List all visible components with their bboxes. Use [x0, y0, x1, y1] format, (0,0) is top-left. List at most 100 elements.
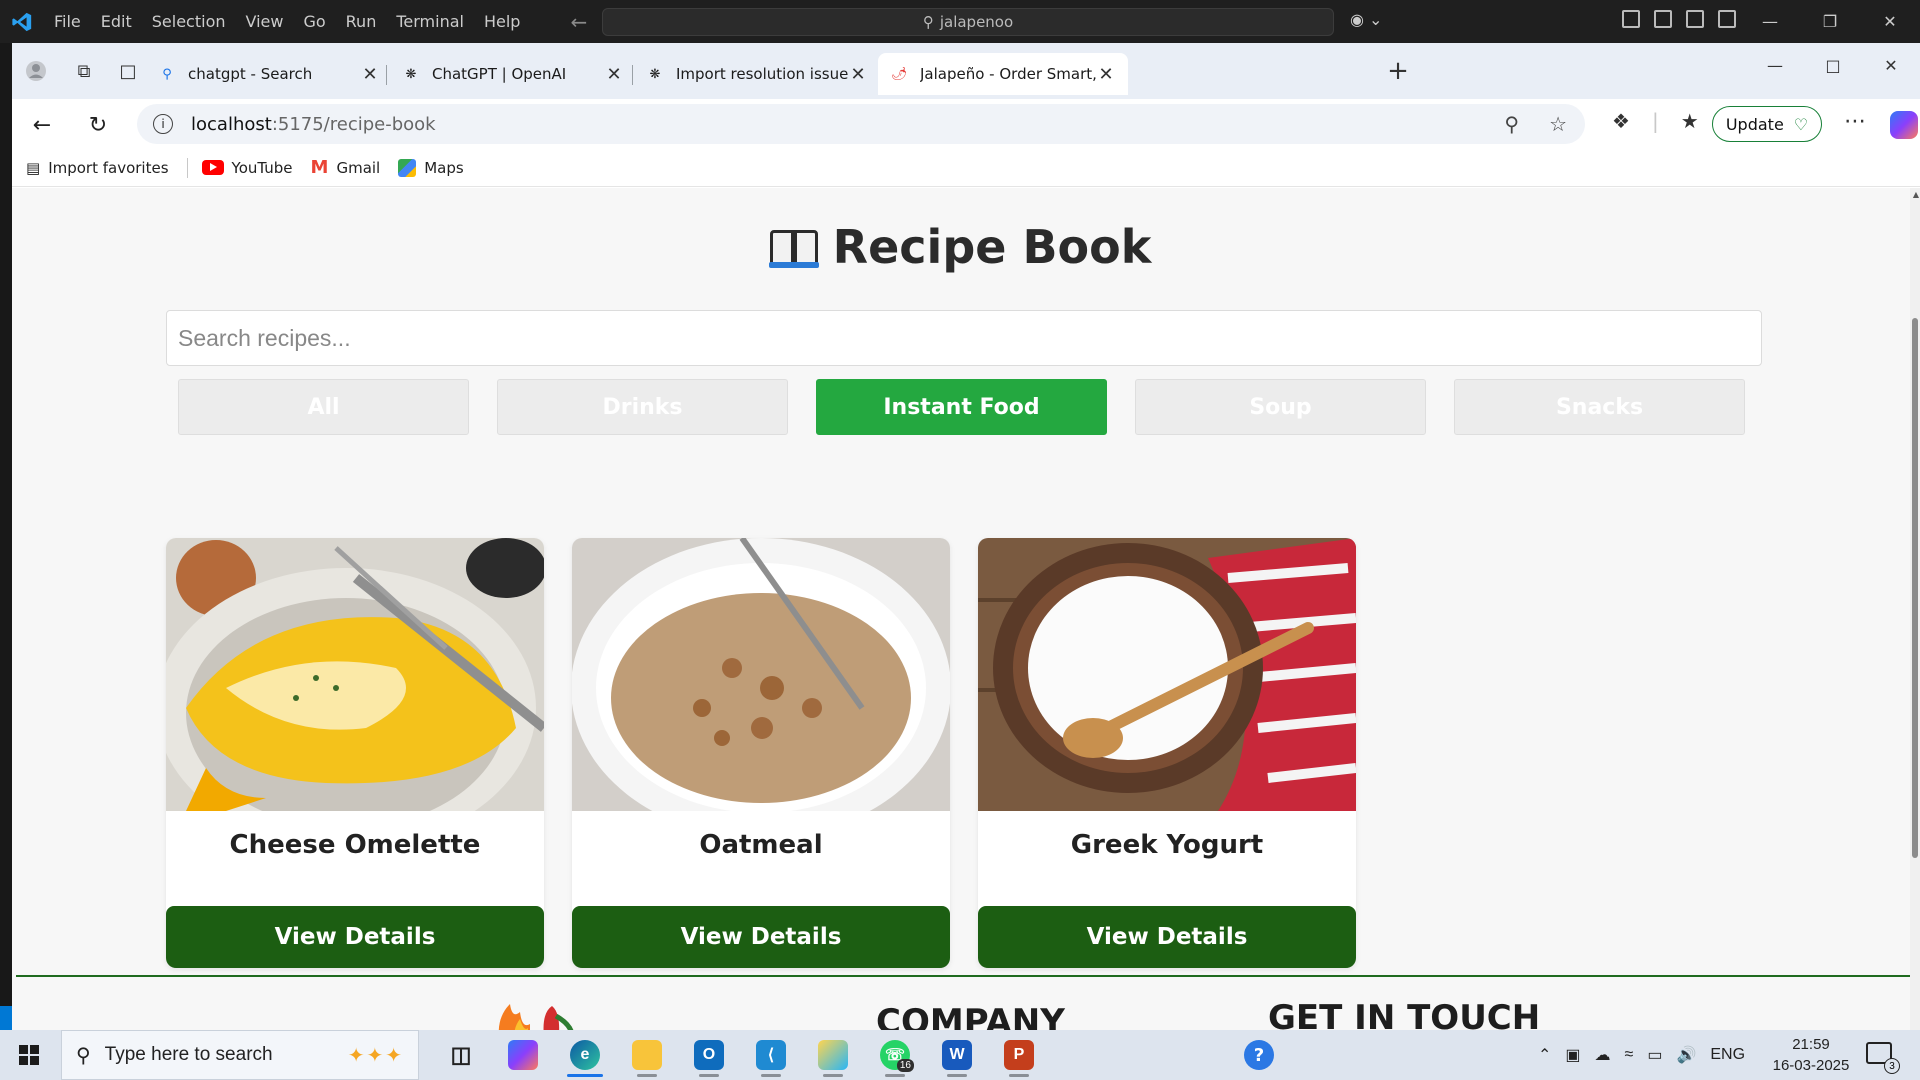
file-explorer-app[interactable] — [616, 1030, 678, 1080]
wifi-icon[interactable]: ≈ — [1625, 1046, 1634, 1064]
close-tab-icon[interactable]: ✕ — [604, 64, 624, 85]
site-info-icon[interactable]: i — [153, 114, 173, 134]
url-host: localhost — [191, 113, 272, 135]
tab-chatgpt-openai[interactable]: ❋ ChatGPT | OpenAI ✕ — [390, 53, 636, 95]
zoom-icon[interactable]: ⚲ — [1504, 112, 1519, 136]
customize-layout-icon[interactable] — [1622, 10, 1640, 28]
recipe-search-input[interactable] — [166, 310, 1762, 366]
copilot-app[interactable] — [492, 1030, 554, 1080]
category-instant-food-button[interactable]: Instant Food — [816, 379, 1107, 435]
maximize-icon[interactable]: □ — [1804, 43, 1862, 87]
menu-run[interactable]: Run — [336, 0, 387, 43]
menu-file[interactable]: File — [44, 0, 91, 43]
copilot-icon[interactable] — [1890, 111, 1918, 139]
minimize-icon[interactable]: — — [1740, 0, 1800, 43]
back-arrow-icon[interactable]: ← — [570, 10, 587, 34]
update-button[interactable]: Update ♡ — [1712, 106, 1822, 142]
scroll-up-icon[interactable]: ▲ — [1913, 190, 1919, 199]
more-options-icon[interactable]: ⋯ — [1844, 109, 1866, 134]
vertical-tabs-icon[interactable]: □ — [112, 55, 144, 87]
category-soup-button[interactable]: Soup — [1135, 379, 1426, 435]
menu-terminal[interactable]: Terminal — [386, 0, 474, 43]
restore-icon[interactable]: ❐ — [1800, 0, 1860, 43]
favorite-gmail[interactable]: M Gmail — [311, 157, 381, 178]
vscode-command-center[interactable]: ⚲ jalapenoo — [602, 8, 1334, 36]
favorite-star-icon[interactable]: ☆ — [1549, 112, 1567, 136]
onedrive-icon[interactable]: ☁ — [1595, 1045, 1611, 1065]
recipe-name: Greek Yogurt — [1070, 830, 1264, 860]
copilot-icon[interactable]: ◉ ⌄ — [1350, 10, 1382, 29]
view-details-button[interactable]: View Details — [978, 906, 1356, 968]
new-tab-button[interactable]: + — [1382, 55, 1414, 87]
refresh-icon[interactable]: ↻ — [82, 109, 114, 141]
powerpoint-icon: P — [1004, 1040, 1034, 1070]
page-scrollbar[interactable]: ▲ — [1910, 188, 1920, 1030]
taskbar-apps: ◫ e O ⟨ ☏ 16 W P — [430, 1030, 1050, 1080]
close-tab-icon[interactable]: ✕ — [848, 64, 868, 85]
browser-window-controls: — □ ✕ — [1746, 43, 1920, 87]
tab-jalapeno[interactable]: 🌶 Jalapeño - Order Smart, Eat Healthy ✕ — [878, 53, 1128, 95]
vscode-app[interactable]: ⟨ — [740, 1030, 802, 1080]
view-details-button[interactable]: View Details — [166, 906, 544, 968]
toggle-primary-sidebar-icon[interactable] — [1654, 10, 1672, 28]
taskbar-clock[interactable]: 21:59 16-03-2025 — [1766, 1034, 1856, 1076]
vscode-logo-icon[interactable] — [0, 0, 44, 43]
update-label: Update — [1725, 114, 1784, 134]
cloud-drive-app[interactable] — [802, 1030, 864, 1080]
menu-selection[interactable]: Selection — [142, 0, 236, 43]
tab-import-resolution[interactable]: ❋ Import resolution issue ✕ — [634, 53, 880, 95]
battery-icon[interactable]: ▭ — [1647, 1045, 1662, 1065]
close-tab-icon[interactable]: ✕ — [1096, 64, 1116, 85]
powerpoint-app[interactable]: P — [988, 1030, 1050, 1080]
toggle-panel-icon[interactable] — [1686, 10, 1704, 28]
outlook-app[interactable]: O — [678, 1030, 740, 1080]
vscode-icon: ⟨ — [756, 1040, 786, 1070]
taskbar-search-box[interactable]: ⚲ Type here to search ✦✦✦ — [61, 1030, 419, 1080]
language-indicator[interactable]: ENG — [1710, 1046, 1745, 1064]
menu-help[interactable]: Help — [474, 0, 530, 43]
volume-icon[interactable]: 🔊 — [1676, 1045, 1696, 1065]
clock-date: 16-03-2025 — [1772, 1057, 1850, 1074]
windows-logo-icon — [19, 1045, 39, 1065]
recipe-book-page: Recipe Book All Drinks Instant Food Soup… — [12, 188, 1920, 1030]
extensions-icon[interactable]: ❖ — [1612, 109, 1630, 133]
category-drinks-button[interactable]: Drinks — [497, 379, 788, 435]
close-tab-icon[interactable]: ✕ — [360, 64, 380, 85]
menu-go[interactable]: Go — [293, 0, 335, 43]
whatsapp-app[interactable]: ☏ 16 — [864, 1030, 926, 1080]
view-details-button[interactable]: View Details — [572, 906, 950, 968]
search-icon: ⚲ — [922, 13, 934, 31]
word-app[interactable]: W — [926, 1030, 988, 1080]
menu-edit[interactable]: Edit — [91, 0, 142, 43]
jalapeno-logo-icon — [490, 994, 610, 1030]
category-snacks-button[interactable]: Snacks — [1454, 379, 1745, 435]
close-icon[interactable]: ✕ — [1860, 0, 1920, 43]
help-icon[interactable]: ? — [1244, 1040, 1274, 1070]
tab-chatgpt-search[interactable]: ⚲ chatgpt - Search ✕ — [146, 53, 392, 95]
meet-now-icon[interactable]: ▣ — [1565, 1045, 1580, 1065]
workspaces-icon[interactable]: ⧉ — [68, 55, 100, 87]
footer-contact-heading: GET IN TOUCH — [1268, 998, 1541, 1030]
close-icon[interactable]: ✕ — [1862, 43, 1920, 87]
back-icon[interactable]: ← — [26, 109, 58, 141]
search-highlights-icon: ✦✦✦ — [347, 1045, 404, 1067]
profile-icon[interactable] — [20, 55, 52, 87]
edge-browser-window: ⧉ □ ⚲ chatgpt - Search ✕ ❋ ChatGPT | Ope… — [12, 43, 1920, 1030]
favorite-maps[interactable]: Maps — [398, 158, 464, 177]
address-bar[interactable]: i localhost:5175/recipe-book ⚲ ☆ — [137, 104, 1585, 144]
category-all-button[interactable]: All — [178, 379, 469, 435]
favorite-import[interactable]: ▤ Import favorites — [26, 159, 169, 177]
scrollbar-thumb[interactable] — [1912, 318, 1918, 858]
minimize-icon[interactable]: — — [1746, 43, 1804, 87]
favorite-youtube[interactable]: YouTube — [201, 159, 293, 177]
start-button[interactable] — [0, 1030, 58, 1080]
toggle-secondary-sidebar-icon[interactable] — [1718, 10, 1736, 28]
favorites-icon[interactable]: ★ — [1681, 109, 1699, 133]
remote-indicator[interactable] — [0, 1006, 12, 1030]
menu-view[interactable]: View — [236, 0, 294, 43]
edge-app[interactable]: e — [554, 1030, 616, 1080]
url-path: :5175/recipe-book — [271, 113, 436, 135]
task-view-button[interactable]: ◫ — [430, 1030, 492, 1080]
show-hidden-icons-icon[interactable]: ⌃ — [1538, 1045, 1551, 1065]
import-favorites-icon: ▤ — [26, 158, 41, 177]
